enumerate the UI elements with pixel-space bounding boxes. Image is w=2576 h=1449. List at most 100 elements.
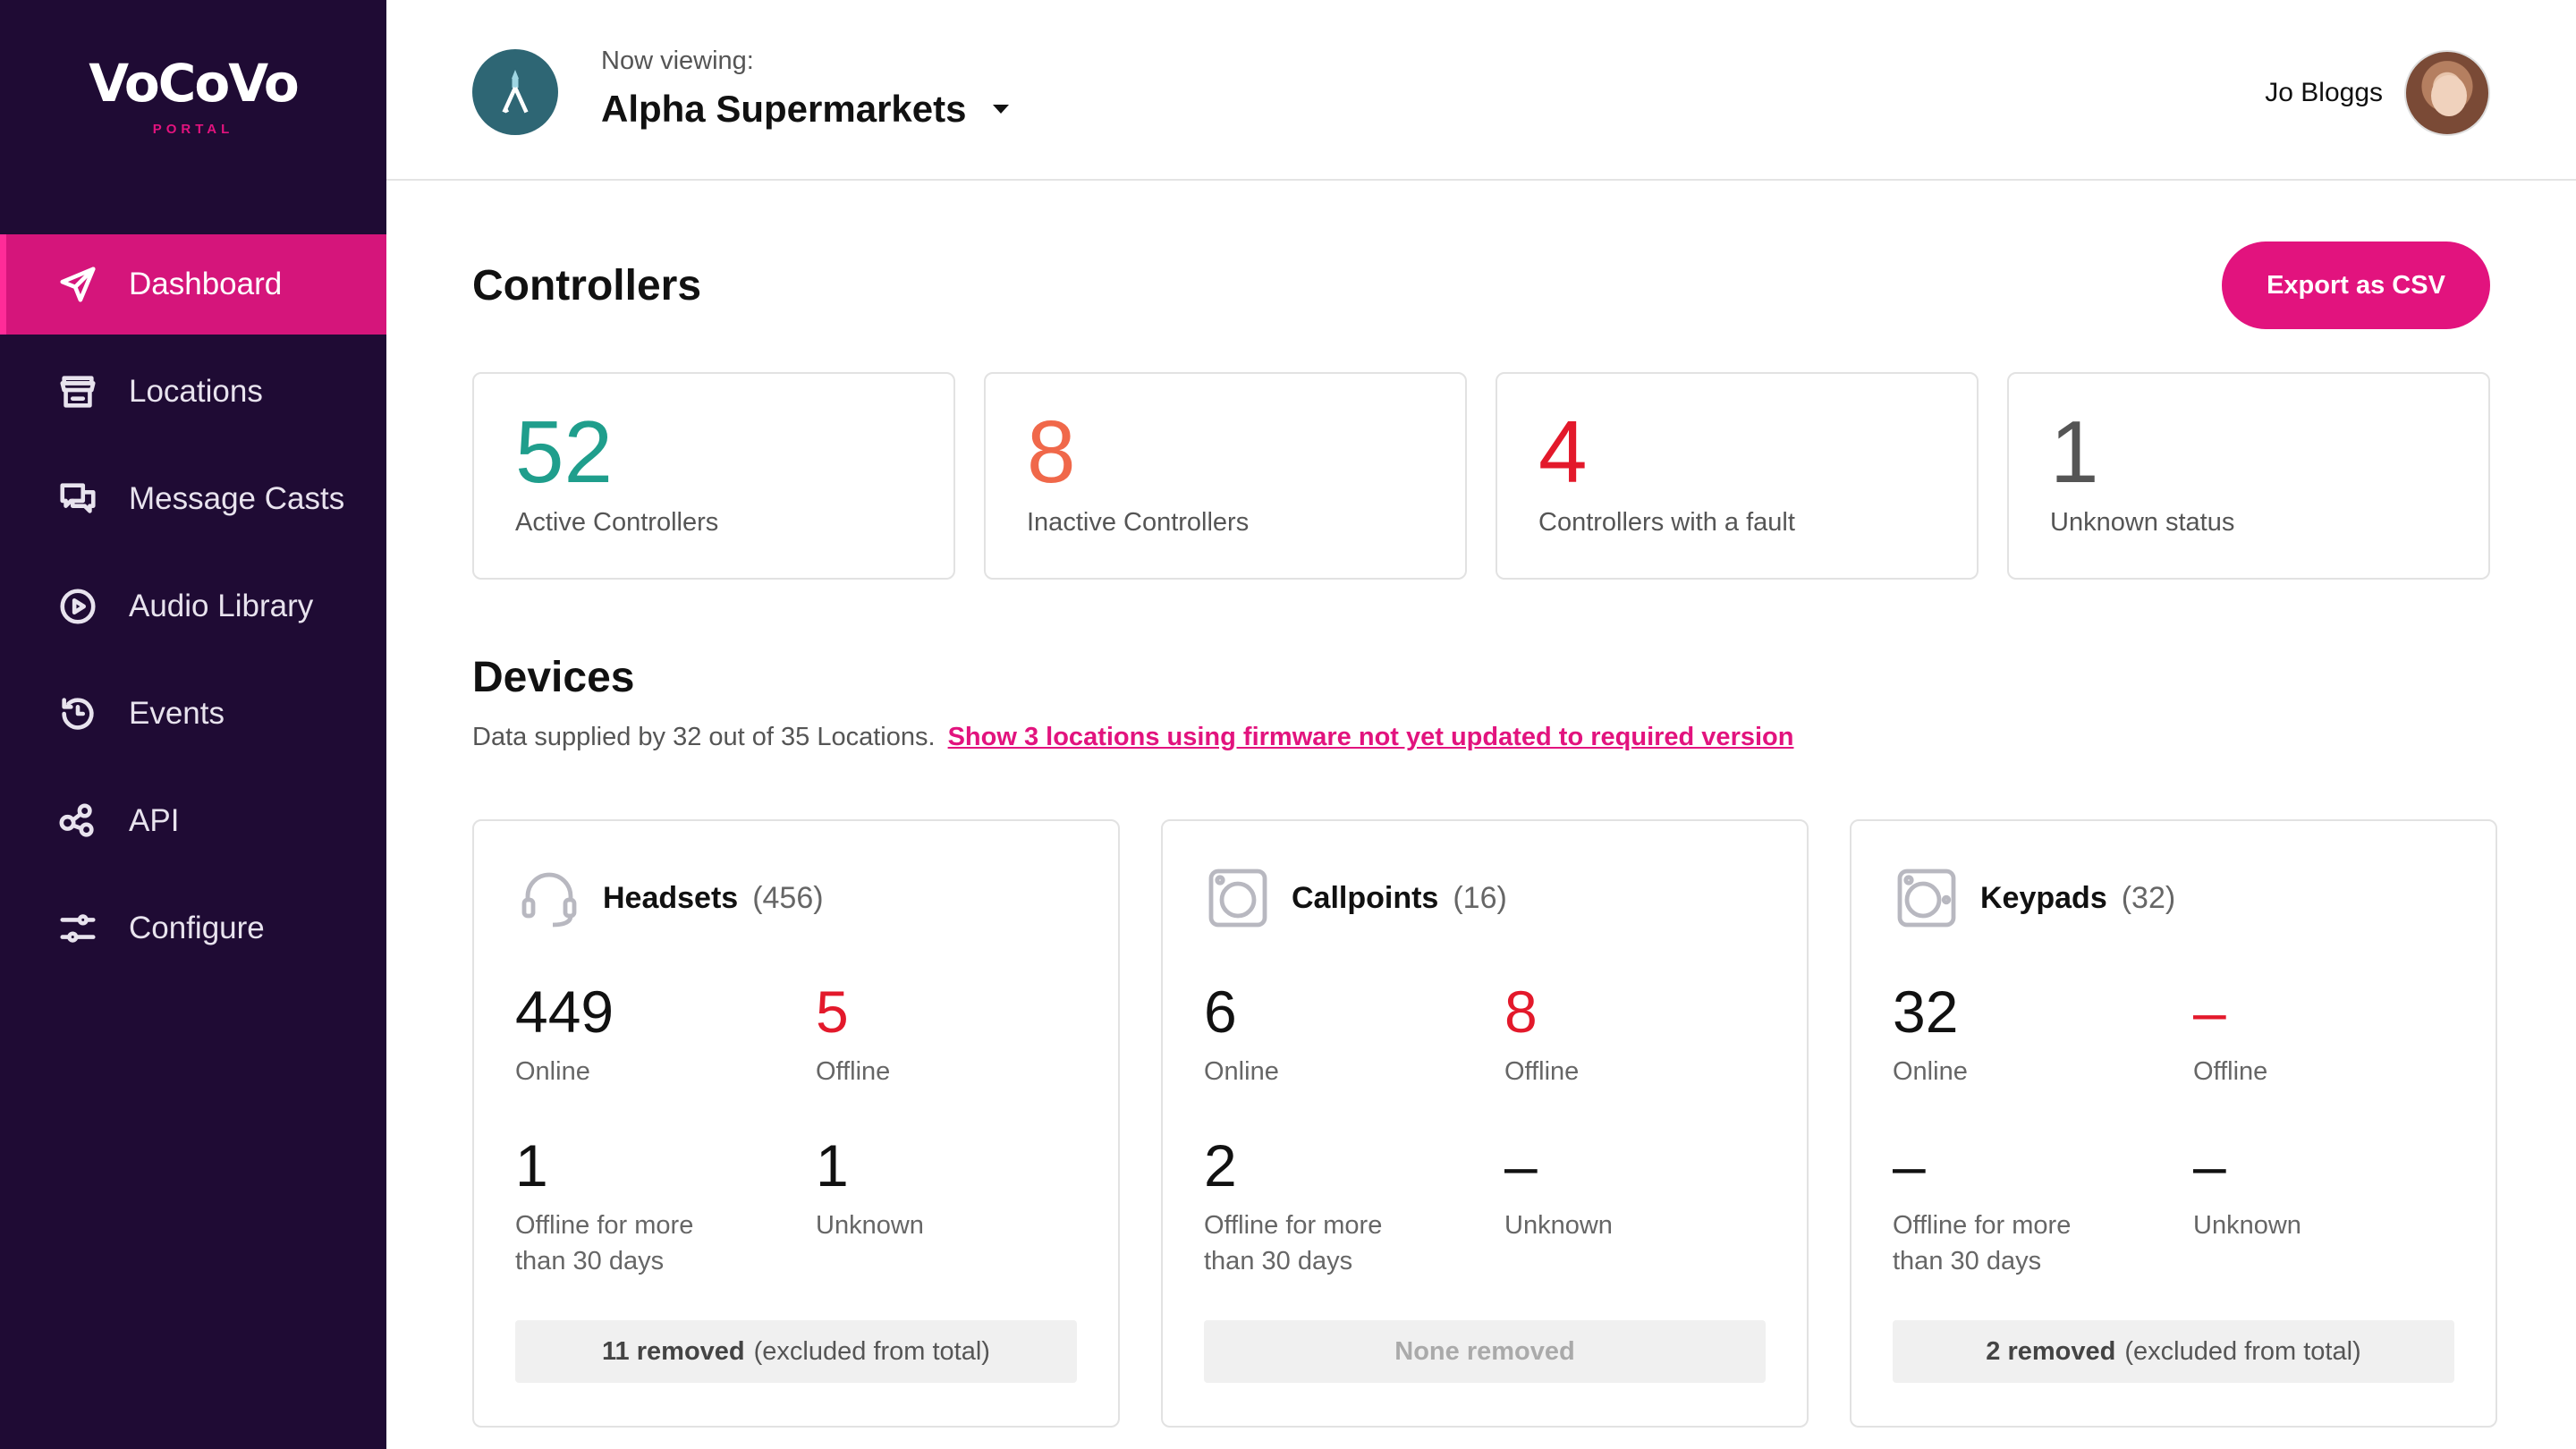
rocket-logo-icon bbox=[502, 70, 529, 114]
organization-name: Alpha Supermarkets bbox=[601, 88, 967, 130]
avatar bbox=[2404, 50, 2490, 136]
none-removed-label: None removed bbox=[1394, 1336, 1575, 1366]
caret-down-icon bbox=[993, 105, 1010, 114]
removed-devices-bar[interactable]: 11 removed (excluded from total) bbox=[515, 1320, 1077, 1383]
sidebar-item-message-casts[interactable]: Message Casts bbox=[0, 449, 386, 549]
unknown-stat: – Unknown bbox=[2193, 1136, 2462, 1243]
offline-value: 5 bbox=[816, 979, 849, 1045]
offline-value: 8 bbox=[1504, 979, 1538, 1045]
sidebar-item-audio-library[interactable]: Audio Library bbox=[0, 556, 386, 657]
sidebar-nav: Dashboard Locations Message Casts Audio … bbox=[0, 234, 386, 986]
inactive-controllers-label: Inactive Controllers bbox=[1027, 508, 1250, 537]
fault-controllers-card[interactable]: 4 Controllers with a fault bbox=[1496, 372, 1979, 580]
play-circle-icon bbox=[55, 584, 100, 629]
history-clock-icon bbox=[55, 691, 100, 736]
removed-note: (excluded from total) bbox=[2124, 1336, 2361, 1366]
offline-30-days-label: Offline for more than 30 days bbox=[515, 1211, 694, 1275]
online-stat: 449 Online bbox=[515, 982, 784, 1089]
unknown-status-card[interactable]: 1 Unknown status bbox=[2007, 372, 2490, 580]
removed-count: 2 removed bbox=[1986, 1336, 2116, 1366]
user-menu[interactable]: Jo Bloggs bbox=[2265, 50, 2490, 136]
card-header: Headsets (456) bbox=[517, 866, 824, 930]
firmware-locations-link[interactable]: Show 3 locations using firmware not yet … bbox=[948, 723, 1794, 751]
headset-icon bbox=[517, 866, 581, 930]
unknown-stat: 1 Unknown bbox=[816, 1136, 1084, 1243]
unknown-value: – bbox=[1504, 1132, 1538, 1199]
store-icon bbox=[55, 369, 100, 414]
vocovo-logo[interactable]: VoCoVo PORTAL bbox=[0, 57, 386, 137]
offline-label: Offline bbox=[2193, 1057, 2268, 1086]
sliders-icon bbox=[55, 906, 100, 951]
sidebar-item-label: Message Casts bbox=[129, 481, 345, 516]
removed-devices-bar[interactable]: 2 removed (excluded from total) bbox=[1893, 1320, 2454, 1383]
organization-selector[interactable]: Alpha Supermarkets bbox=[601, 88, 1010, 131]
online-value: 449 bbox=[515, 979, 614, 1045]
offline-30-days-value: – bbox=[1893, 1132, 1926, 1199]
callpoint-icon bbox=[1206, 866, 1270, 930]
online-label: Online bbox=[1893, 1057, 1968, 1086]
logo-wordmark: VoCoVo bbox=[89, 53, 300, 114]
unknown-stat: – Unknown bbox=[1504, 1136, 1773, 1243]
removed-count: 11 removed bbox=[602, 1336, 745, 1366]
offline-30-days-label: Offline for more than 30 days bbox=[1204, 1211, 1383, 1275]
fault-controllers-count: 4 bbox=[1538, 402, 1588, 501]
offline-label: Offline bbox=[1504, 1057, 1580, 1086]
sidebar-item-events[interactable]: Events bbox=[0, 664, 386, 764]
inactive-controllers-card[interactable]: 8 Inactive Controllers bbox=[984, 372, 1467, 580]
sidebar-item-locations[interactable]: Locations bbox=[0, 342, 386, 442]
offline-30-days-stat: 2 Offline for more than 30 days bbox=[1204, 1136, 1436, 1279]
devices-note-text: Data supplied by 32 out of 35 Locations. bbox=[472, 723, 936, 751]
fault-controllers-label: Controllers with a fault bbox=[1538, 508, 1795, 537]
offline-30-days-label: Offline for more than 30 days bbox=[1893, 1211, 2072, 1275]
sidebar-item-label: Locations bbox=[129, 374, 263, 409]
offline-value: – bbox=[2193, 979, 2226, 1045]
controllers-title: Controllers bbox=[472, 262, 702, 309]
offline-stat: 8 Offline bbox=[1504, 982, 1773, 1089]
device-count: (456) bbox=[752, 880, 824, 915]
active-controllers-label: Active Controllers bbox=[515, 508, 719, 537]
logo-subtitle: PORTAL bbox=[152, 122, 234, 137]
sidebar-item-label: Dashboard bbox=[129, 267, 283, 301]
keypads-card: Keypads (32) 32 Online – Offline – Offli… bbox=[1850, 819, 2497, 1428]
online-value: 32 bbox=[1893, 979, 1959, 1045]
online-label: Online bbox=[515, 1057, 590, 1086]
device-count: (32) bbox=[2121, 880, 2176, 915]
devices-title: Devices bbox=[472, 654, 635, 701]
api-nodes-icon bbox=[55, 799, 100, 843]
sidebar-item-configure[interactable]: Configure bbox=[0, 878, 386, 979]
messages-icon bbox=[55, 477, 100, 521]
unknown-status-label: Unknown status bbox=[2050, 508, 2235, 537]
sidebar-item-label: API bbox=[129, 803, 180, 838]
online-value: 6 bbox=[1204, 979, 1237, 1045]
top-header: Now viewing: Alpha Supermarkets Jo Blogg… bbox=[386, 0, 2576, 181]
unknown-label: Unknown bbox=[1504, 1211, 1613, 1240]
sidebar-item-label: Configure bbox=[129, 911, 265, 945]
export-csv-button[interactable]: Export as CSV bbox=[2222, 242, 2490, 329]
online-stat: 6 Online bbox=[1204, 982, 1472, 1089]
headsets-card: Headsets (456) 449 Online 5 Offline 1 Of… bbox=[472, 819, 1120, 1428]
keypad-icon bbox=[1894, 866, 1959, 930]
offline-30-days-value: 1 bbox=[515, 1132, 548, 1199]
offline-30-days-stat: – Offline for more than 30 days bbox=[1893, 1136, 2125, 1279]
unknown-value: – bbox=[2193, 1132, 2226, 1199]
sidebar-item-dashboard[interactable]: Dashboard bbox=[0, 234, 386, 335]
sidebar-item-api[interactable]: API bbox=[0, 771, 386, 871]
card-header: Keypads (32) bbox=[1894, 866, 2175, 930]
offline-30-days-stat: 1 Offline for more than 30 days bbox=[515, 1136, 748, 1279]
device-name: Headsets bbox=[603, 880, 739, 915]
unknown-value: 1 bbox=[816, 1132, 849, 1199]
device-count: (16) bbox=[1453, 880, 1507, 915]
offline-stat: 5 Offline bbox=[816, 982, 1084, 1089]
active-controllers-card[interactable]: 52 Active Controllers bbox=[472, 372, 955, 580]
user-name: Jo Bloggs bbox=[2265, 78, 2383, 107]
card-header: Callpoints (16) bbox=[1206, 866, 1507, 930]
unknown-status-count: 1 bbox=[2050, 402, 2099, 501]
active-controllers-count: 52 bbox=[515, 402, 614, 501]
send-arrow-icon bbox=[55, 262, 100, 307]
offline-stat: – Offline bbox=[2193, 982, 2462, 1089]
now-viewing-label: Now viewing: bbox=[601, 47, 754, 75]
unknown-label: Unknown bbox=[816, 1211, 924, 1240]
offline-label: Offline bbox=[816, 1057, 891, 1086]
online-stat: 32 Online bbox=[1893, 982, 2161, 1089]
organization-logo bbox=[472, 49, 558, 135]
